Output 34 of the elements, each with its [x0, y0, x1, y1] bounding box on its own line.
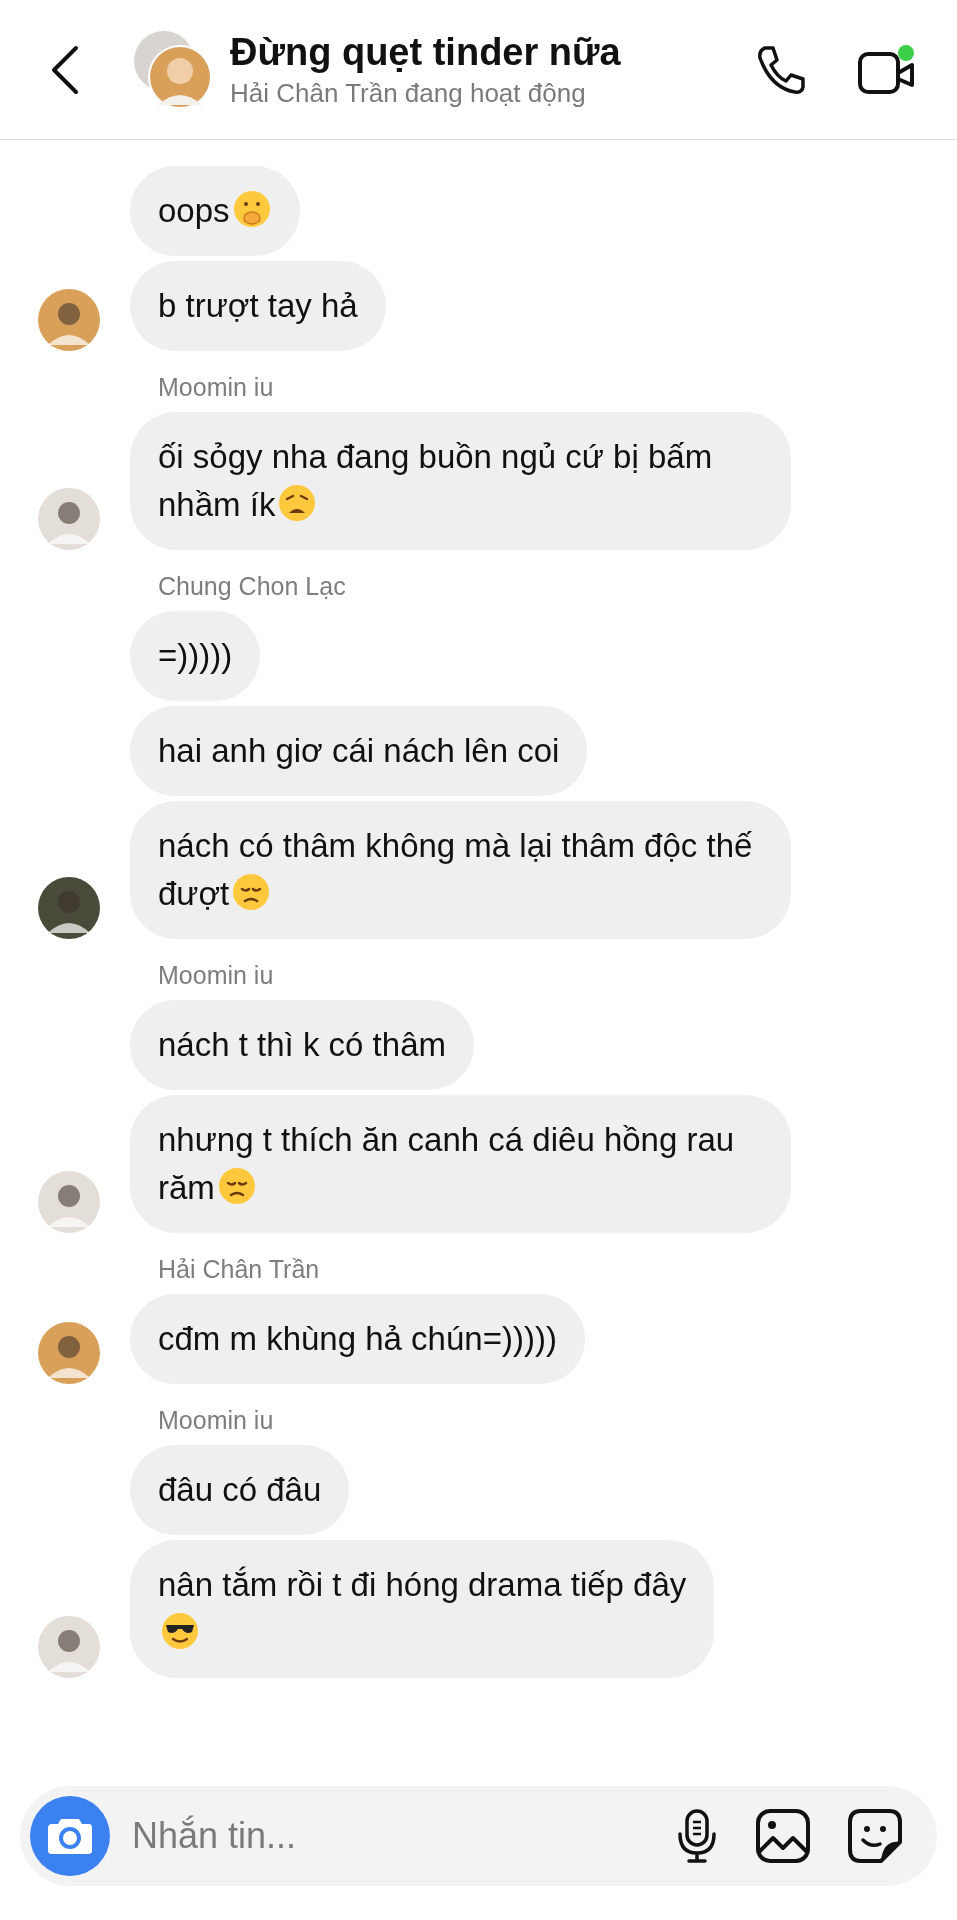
image-icon[interactable]: [755, 1808, 811, 1864]
message-bubble: oops: [130, 166, 300, 256]
sender-name: Hải Chân Trần: [158, 1255, 321, 1284]
video-call-icon[interactable]: [857, 42, 917, 97]
message-bubble: nách t thì k có thâm: [130, 1000, 474, 1090]
emoji-icon: [216, 1166, 257, 1206]
message-bubble: =))))): [130, 611, 261, 701]
message-input[interactable]: Nhắn tin...: [130, 1814, 639, 1858]
sender-name: Moomin iu: [158, 961, 275, 990]
avatar-icon[interactable]: [38, 1322, 100, 1384]
sticker-icon[interactable]: [847, 1808, 903, 1864]
sender-name: Moomin iu: [158, 1406, 275, 1435]
chat-title: Đừng quẹt tinder nữa: [230, 30, 622, 74]
message-bubble: đâu có đâu: [130, 1445, 350, 1535]
camera-button[interactable]: [30, 1796, 110, 1876]
message-bubble: hai anh giơ cái nách lên coi: [130, 706, 588, 796]
camera-icon: [47, 1817, 93, 1855]
sender-name: Moomin iu: [158, 373, 275, 402]
emoji-icon: [231, 872, 272, 912]
active-status: Hải Chân Trần đang hoạt động: [230, 77, 587, 109]
phone-icon[interactable]: [755, 43, 807, 96]
sender-name: Chung Chon Lạc: [158, 572, 347, 601]
avatar-icon[interactable]: [38, 289, 100, 351]
message-bubble: nân tắm rồi t đi hóng drama tiếp đây: [130, 1540, 715, 1678]
emoji-icon: [231, 189, 272, 229]
avatar-icon[interactable]: [38, 877, 100, 939]
message-bubble: nhưng t thích ăn canh cá diêu hồng rau răm: [130, 1095, 791, 1233]
back-icon[interactable]: [50, 44, 80, 95]
message-bubble: cđm m khùng hả chún=))))): [130, 1294, 585, 1384]
message-bubble: nách có thâm không mà lại thâm độc thế đượt: [130, 801, 791, 939]
emoji-icon: [277, 483, 318, 523]
message-bubble: b trượt tay hả: [130, 261, 386, 351]
microphone-icon[interactable]: [675, 1808, 719, 1864]
message-bubble: ối sỏgy nha đang buồn ngủ cứ bị bấm nhầm ík: [130, 412, 791, 550]
